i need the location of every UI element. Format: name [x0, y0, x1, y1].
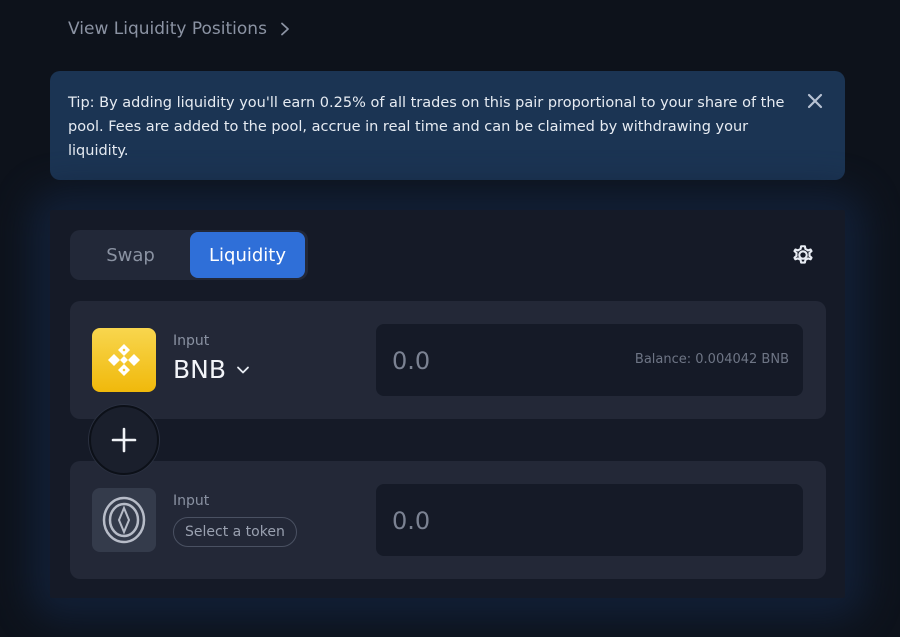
token-input-panel-1: Input BNB Balance: 0.004042 BNB: [70, 301, 826, 419]
amount-box-1: Balance: 0.004042 BNB: [376, 324, 803, 396]
select-token-button[interactable]: Select a token: [173, 517, 297, 547]
tip-banner: Tip: By adding liquidity you'll earn 0.2…: [50, 71, 845, 180]
liquidity-card: Swap Liquidity Input BNB 0.0 Balance: 0.…: [50, 210, 845, 598]
bnb-icon: [92, 328, 156, 392]
add-token-button[interactable]: [89, 405, 159, 475]
tab-switcher: Swap Liquidity: [70, 230, 308, 280]
input-label: Input: [173, 333, 210, 349]
token-input-panel-2: Input Select a token: [70, 461, 826, 579]
input-label: Input: [173, 493, 210, 509]
unknown-token-icon: [92, 488, 156, 552]
view-liquidity-positions-label: View Liquidity Positions: [68, 19, 267, 39]
token-symbol: BNB: [173, 355, 227, 384]
tip-text: Tip: By adding liquidity you'll earn 0.2…: [68, 95, 785, 159]
gear-icon[interactable]: [789, 241, 817, 269]
plus-icon: [111, 427, 137, 453]
tab-liquidity[interactable]: Liquidity: [190, 232, 305, 278]
balance-text: Balance: 0.004042 BNB: [634, 352, 789, 367]
amount-box-2: [376, 484, 803, 556]
view-liquidity-positions-link[interactable]: View Liquidity Positions: [68, 17, 291, 41]
amount-input-2[interactable]: [390, 502, 624, 540]
tab-swap[interactable]: Swap: [72, 232, 189, 278]
chevron-right-icon: [281, 22, 289, 36]
chevron-down-icon: [237, 366, 249, 373]
amount-input-1[interactable]: [390, 342, 624, 380]
close-icon[interactable]: [807, 93, 823, 109]
token-select-bnb[interactable]: BNB: [173, 355, 250, 384]
